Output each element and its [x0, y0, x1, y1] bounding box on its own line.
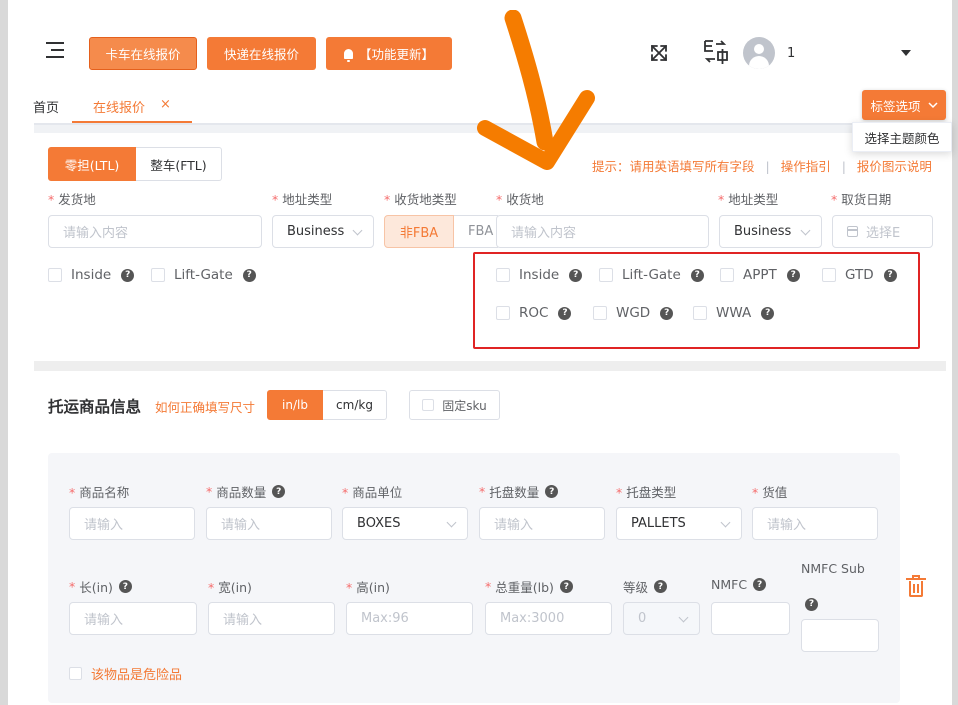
pallet-type-label: * 托盘类型 [616, 485, 677, 500]
size-guide-link[interactable]: 如何正确填写尺寸 [155, 397, 255, 416]
cargo-value-input[interactable]: 请输入 [752, 507, 878, 540]
length-label: * 长(in)? [69, 577, 132, 596]
pallet-qty-label: * 托盘数量? [479, 482, 559, 501]
truck-quote-label: 卡车在线报价 [105, 47, 181, 62]
tag-options-dropdown[interactable]: 标签选项 [862, 90, 946, 120]
tag-options-label: 标签选项 [870, 98, 921, 114]
left-window-edge [0, 0, 8, 705]
unit-cmkg-button[interactable]: cm/kg [323, 390, 387, 420]
tab-close-icon[interactable]: × [160, 97, 171, 112]
hint-separator: | [841, 159, 846, 174]
user-name[interactable]: 1 [787, 46, 795, 61]
pallet-qty-input[interactable]: 请输入 [479, 507, 605, 540]
cargo-section-title: 托运商品信息 [48, 398, 142, 416]
non-fba-option[interactable]: 非FBA [384, 215, 454, 248]
theme-color-menu-item[interactable]: 选择主题颜色 [852, 122, 952, 152]
origin-inside-checkbox[interactable]: Inside? [48, 267, 135, 283]
help-icon[interactable]: ? [242, 268, 256, 282]
nmfc-sub-label: NMFC Sub [801, 561, 865, 576]
destination-address-type-label: * 地址类型 [718, 192, 779, 207]
express-quote-label: 快递在线报价 [223, 47, 299, 62]
width-input[interactable]: 请输入 [208, 602, 335, 635]
destination-label: * 收货地 [496, 192, 544, 207]
help-icon[interactable]: ? [805, 597, 818, 611]
caret-down-icon[interactable] [901, 50, 911, 57]
help-icon[interactable]: ? [272, 485, 286, 498]
fixed-sku-checkbox[interactable]: 固定sku [409, 390, 500, 420]
hint-bar: 提示：请用英语填写所有字段 | 操作指引 | 报价图示说明 [592, 156, 932, 175]
cargo-value-label: * 货值 [752, 485, 788, 500]
weight-label: * 总重量(lb)? [485, 577, 573, 596]
height-input[interactable]: Max:96 [346, 602, 473, 635]
operation-guide-link[interactable]: 操作指引 [781, 159, 831, 174]
section-divider [34, 361, 946, 371]
help-icon[interactable]: ? [545, 485, 559, 498]
weight-input[interactable]: Max:3000 [485, 602, 612, 635]
nmfc-input[interactable] [711, 602, 790, 635]
quote-help-link[interactable]: 报价图示说明 [857, 159, 932, 174]
fullscreen-icon[interactable] [650, 44, 668, 62]
tab-active-indicator [72, 121, 192, 123]
length-input[interactable]: 请输入 [69, 602, 197, 635]
right-window-edge [952, 0, 958, 705]
fba-option[interactable]: FBA [454, 215, 498, 248]
calendar-icon [847, 226, 858, 237]
language-switch-icon[interactable] [702, 38, 730, 66]
pickup-date-picker[interactable]: 选择E [832, 215, 933, 248]
menu-toggle-icon[interactable] [46, 42, 66, 60]
tab-online-quote[interactable]: 在线报价 [93, 97, 145, 116]
destination-input[interactable]: 请输入内容 [496, 215, 709, 248]
nmfc-sub-help: ? [805, 595, 818, 611]
tab-home[interactable]: 首页 [33, 97, 59, 116]
product-unit-select[interactable]: BOXES [342, 507, 468, 540]
bell-icon [343, 48, 353, 62]
freight-class-label: 等级? [623, 577, 668, 596]
product-qty-input[interactable]: 请输入 [206, 507, 332, 540]
product-unit-label: * 商品单位 [342, 485, 403, 500]
pickup-date-label: * 取货日期 [831, 192, 892, 207]
destination-type-label: * 收货地类型 [384, 192, 457, 207]
help-icon[interactable]: ? [559, 580, 573, 593]
ltl-mode-button[interactable]: 零担(LTL) [48, 147, 136, 181]
feature-update-label: 【功能更新】 [358, 47, 434, 62]
origin-label: * 发货地 [48, 192, 96, 207]
dangerous-goods-checkbox[interactable]: 该物品是危险品 [69, 664, 182, 683]
height-label: * 高(in) [346, 580, 390, 595]
pallet-type-select[interactable]: PALLETS [616, 507, 742, 540]
freight-class-select[interactable]: 0 [623, 602, 700, 635]
feature-update-button[interactable]: 【功能更新】 [326, 37, 452, 70]
trash-icon[interactable] [906, 575, 926, 598]
origin-liftgate-checkbox[interactable]: Lift-Gate? [151, 267, 256, 283]
user-avatar[interactable] [743, 37, 775, 69]
express-quote-button[interactable]: 快递在线报价 [207, 37, 316, 70]
destination-address-type-select[interactable]: Business [719, 215, 822, 248]
hint-separator: | [765, 159, 770, 174]
nmfc-label: NMFC? [711, 577, 767, 592]
truck-quote-button[interactable]: 卡车在线报价 [89, 37, 197, 70]
origin-input[interactable]: 请输入内容 [48, 215, 262, 248]
product-name-input[interactable]: 请输入 [69, 507, 195, 540]
chevron-down-icon [927, 101, 938, 108]
help-icon[interactable]: ? [753, 578, 767, 591]
unit-inlb-button[interactable]: in/lb [267, 390, 323, 420]
annotation-highlight-box [473, 252, 920, 349]
product-name-label: * 商品名称 [69, 485, 130, 500]
help-icon[interactable]: ? [654, 580, 668, 593]
ftl-mode-button[interactable]: 整车(FTL) [136, 147, 222, 181]
nmfc-sub-input[interactable] [801, 619, 879, 652]
help-icon[interactable]: ? [118, 580, 132, 593]
annotation-arrow [477, 10, 595, 170]
english-fields-tip: 提示：请用英语填写所有字段 [592, 159, 755, 174]
help-icon[interactable]: ? [121, 268, 135, 282]
origin-address-type-label: * 地址类型 [272, 192, 333, 207]
width-label: * 宽(in) [208, 580, 252, 595]
origin-address-type-select[interactable]: Business [272, 215, 374, 248]
product-qty-label: * 商品数量? [206, 482, 286, 501]
